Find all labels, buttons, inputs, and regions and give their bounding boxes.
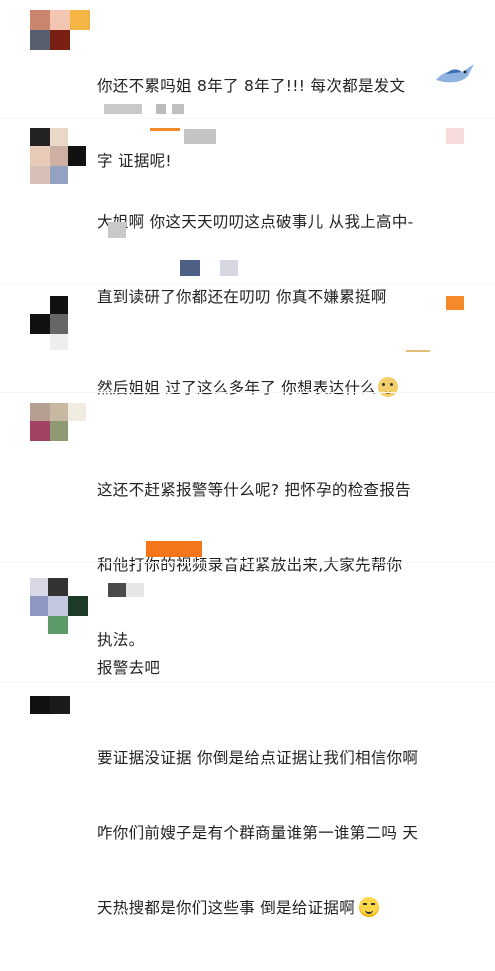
reply-meta-blurred [104,104,184,114]
avatar[interactable] [30,578,88,634]
reply-meta-blurred [108,222,126,238]
divider [0,284,495,285]
reply-meta-blurred [180,260,240,276]
divider [0,562,495,563]
comment-line: 这还不赶紧报警等什么呢? 把怀孕的检查报告 [97,481,411,499]
mosaic-block [184,129,216,144]
mosaic-orange-block [146,541,202,557]
mosaic-block [446,128,464,144]
comment-line: 你还不累吗姐 8年了 8年了!!! 每次都是发文 [97,77,406,95]
comment-line: 大姐啊 你这天天叨叨这点破事儿 从我上高中- [97,213,414,231]
mosaic-orange-line [150,128,180,131]
reply-meta-blurred [406,350,430,352]
comment-line-text: 天热搜都是你们这些事 倒是给证据啊 [97,899,356,917]
comment-text: 要证据没证据 你倒是给点证据让我们相信你啊 咋你们前嫂子是有个群商量谁第一谁第二… [97,696,469,971]
comment-line-text: 然后姐姐 过了这么多年了 你想表达什么 [97,379,377,397]
comment-line: 报警去吧 [97,659,161,677]
avatar[interactable] [30,696,70,714]
comment-line: 天热搜都是你们这些事 倒是给证据啊 [97,896,469,921]
divider [0,392,495,393]
divider [0,682,495,683]
comment-line: 咋你们前嫂子是有个群商量谁第一谁第二吗 天 [97,824,419,842]
wink-emoji-icon [359,897,380,917]
mosaic-orange-block [446,296,464,310]
reply-meta-blurred [108,583,144,597]
comment-line: 直到读研了你都还在叨叨 你真不嫌累挺啊 [97,288,387,306]
divider [0,118,495,119]
avatar[interactable] [30,403,88,441]
avatar[interactable] [30,10,90,50]
doge-emoji-icon [378,377,399,397]
avatar[interactable] [30,128,90,184]
avatar[interactable] [30,296,70,352]
comment-line: 要证据没证据 你倒是给点证据让我们相信你啊 [97,749,419,767]
comment-line: 然后姐姐 过了这么多年了 你想表达什么 [97,376,469,401]
bird-sticker-icon [436,64,474,83]
